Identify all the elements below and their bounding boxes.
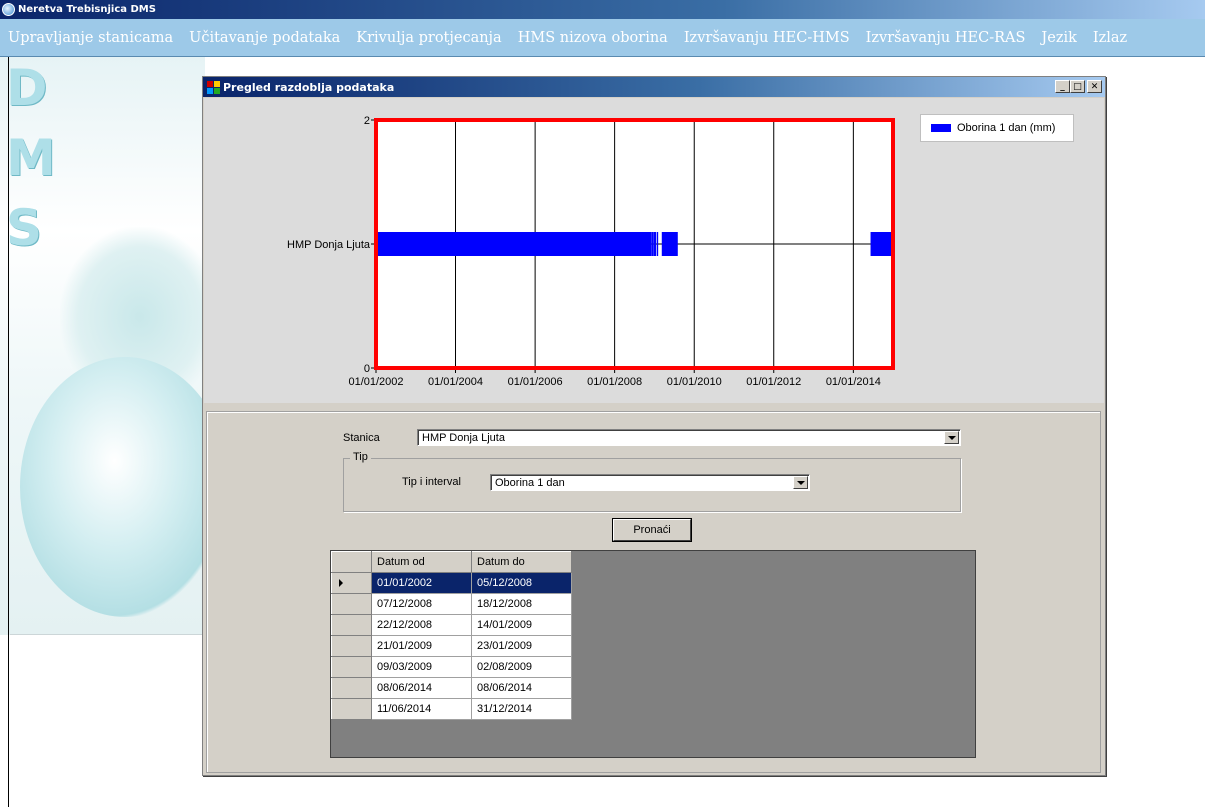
interval-bar	[653, 232, 657, 256]
type-groupbox: Tip Tip i interval Oborina 1 dan	[343, 451, 961, 512]
table-row[interactable]: 01/01/2002 05/12/2008	[331, 572, 572, 594]
left-border-line	[8, 57, 9, 807]
timeline-chart: 01/01/2002 01/01/2004 01/01/2006 01/01/2008…	[287, 115, 895, 388]
menu-hec-hms[interactable]: Izvršavanju HEC-HMS	[676, 30, 858, 46]
column-header-date-from[interactable]: Datum od	[371, 551, 472, 573]
cell-date-from[interactable]: 01/01/2002	[371, 572, 472, 594]
row-selector[interactable]	[331, 656, 372, 678]
chevron-down-icon[interactable]	[944, 431, 959, 444]
y-axis-tick-label: 0	[364, 363, 370, 375]
type-interval-select-value: Oborina 1 dan	[495, 476, 565, 489]
x-axis-tick-label: 01/01/2014	[826, 376, 881, 388]
station-select-value: HMP Donja Ljuta	[422, 431, 505, 444]
row-selector[interactable]	[331, 635, 372, 657]
x-axis-tick-label: 01/01/2004	[428, 376, 483, 388]
x-axis-tick-label: 01/01/2008	[587, 376, 642, 388]
row-selector[interactable]	[331, 698, 372, 720]
logo-letter-d: D	[6, 59, 48, 117]
maximize-button[interactable]: □	[1070, 80, 1085, 93]
menu-ucitavanje-podataka[interactable]: Učitavanje podataka	[181, 30, 348, 46]
row-selector[interactable]	[331, 593, 372, 615]
chevron-down-icon[interactable]	[793, 476, 808, 489]
interval-bar	[376, 232, 652, 256]
x-axis-tick-label: 01/01/2006	[508, 376, 563, 388]
chart-area: 01/01/2002 01/01/2004 01/01/2006 01/01/2008…	[204, 98, 1104, 403]
row-selector[interactable]	[331, 677, 372, 699]
menu-upravljanje-stanicama[interactable]: Upravljanje stanicama	[0, 30, 181, 46]
menu-krivulja-protjecanja[interactable]: Krivulja protjecanja	[348, 30, 509, 46]
cell-date-from[interactable]: 08/06/2014	[371, 677, 472, 699]
minimize-button[interactable]: _	[1055, 80, 1070, 93]
row-selector-arrow[interactable]	[331, 572, 372, 594]
window-title: Pregled razdoblja podataka	[223, 80, 395, 94]
cell-date-to[interactable]: 18/12/2008	[471, 593, 572, 615]
window-app-icon	[207, 80, 220, 94]
filter-panel: Stanica HMP Donja Ljuta Tip Tip i interv…	[206, 411, 1101, 773]
table-row[interactable]: 22/12/2008 14/01/2009	[331, 614, 572, 636]
menu-jezik[interactable]: Jezik	[1033, 30, 1084, 46]
x-axis-tick-label: 01/01/2002	[348, 376, 403, 388]
cell-date-from[interactable]: 09/03/2009	[371, 656, 472, 678]
app-icon	[2, 3, 15, 16]
close-button[interactable]: ✕	[1087, 80, 1102, 93]
type-interval-label: Tip i interval	[402, 476, 461, 488]
type-group-label: Tip	[350, 451, 371, 463]
cell-date-to[interactable]: 23/01/2009	[471, 635, 572, 657]
data-period-window: Pregled razdoblja podataka _ □ ✕ 01/01/2…	[202, 76, 1106, 776]
cell-date-to[interactable]: 02/08/2009	[471, 656, 572, 678]
type-interval-select[interactable]: Oborina 1 dan	[490, 474, 810, 491]
cell-date-to[interactable]: 08/06/2014	[471, 677, 572, 699]
y-axis-tick-label: 2	[364, 115, 370, 127]
y-axis-category-label: HMP Donja Ljuta	[287, 239, 371, 251]
table-row[interactable]: 21/01/2009 23/01/2009	[331, 635, 572, 657]
cell-date-from[interactable]: 22/12/2008	[371, 614, 472, 636]
x-axis-tick-label: 01/01/2010	[667, 376, 722, 388]
app-title: Neretva Trebisnjica DMS	[18, 4, 156, 15]
legend-label: Oborina 1 dan (mm)	[957, 122, 1056, 134]
menu-hms-nizova-oborina[interactable]: HMS nizova oborina	[510, 30, 676, 46]
chart-legend: Oborina 1 dan (mm)	[920, 114, 1074, 142]
column-header-date-to[interactable]: Datum do	[471, 551, 572, 573]
x-axis-tick-label: 01/01/2012	[746, 376, 801, 388]
cell-date-to[interactable]: 05/12/2008	[471, 572, 572, 594]
find-button[interactable]: Pronaći	[613, 519, 691, 541]
station-select[interactable]: HMP Donja Ljuta	[417, 429, 961, 446]
window-titlebar[interactable]: Pregled razdoblja podataka _ □ ✕	[203, 77, 1105, 97]
menu-bar: Upravljanje stanicama Učitavanje podatak…	[0, 19, 1205, 57]
logo-letter-m: M	[6, 129, 56, 187]
interval-bar	[651, 232, 654, 256]
periods-table: Datum od Datum do 01/01/2002 05/12/2008 …	[331, 551, 572, 720]
interval-bar	[870, 232, 894, 256]
station-label: Stanica	[343, 432, 380, 444]
interval-bar	[656, 232, 659, 256]
background-logo-panel: D M S	[0, 57, 205, 635]
cell-date-from[interactable]: 11/06/2014	[371, 698, 472, 720]
row-header-corner	[331, 551, 372, 573]
background-water-drop-image	[20, 357, 205, 617]
table-row[interactable]: 08/06/2014 08/06/2014	[331, 677, 572, 699]
legend-swatch	[931, 124, 951, 132]
logo-letter-s: S	[6, 199, 43, 257]
table-row[interactable]: 09/03/2009 02/08/2009	[331, 656, 572, 678]
row-selector[interactable]	[331, 614, 372, 636]
menu-hec-ras[interactable]: Izvršavanju HEC-RAS	[858, 30, 1034, 46]
interval-bar	[661, 232, 678, 256]
app-titlebar: Neretva Trebisnjica DMS	[0, 0, 1205, 19]
periods-grid[interactable]: Datum od Datum do 01/01/2002 05/12/2008 …	[330, 550, 976, 758]
cell-date-to[interactable]: 31/12/2014	[471, 698, 572, 720]
menu-izlaz[interactable]: Izlaz	[1085, 30, 1135, 46]
cell-date-from[interactable]: 21/01/2009	[371, 635, 472, 657]
table-row[interactable]: 11/06/2014 31/12/2014	[331, 698, 572, 720]
cell-date-from[interactable]: 07/12/2008	[371, 593, 472, 615]
cell-date-to[interactable]: 14/01/2009	[471, 614, 572, 636]
background-divider	[10, 634, 205, 635]
table-header-row: Datum od Datum do	[331, 551, 572, 573]
table-row[interactable]: 07/12/2008 18/12/2008	[331, 593, 572, 615]
